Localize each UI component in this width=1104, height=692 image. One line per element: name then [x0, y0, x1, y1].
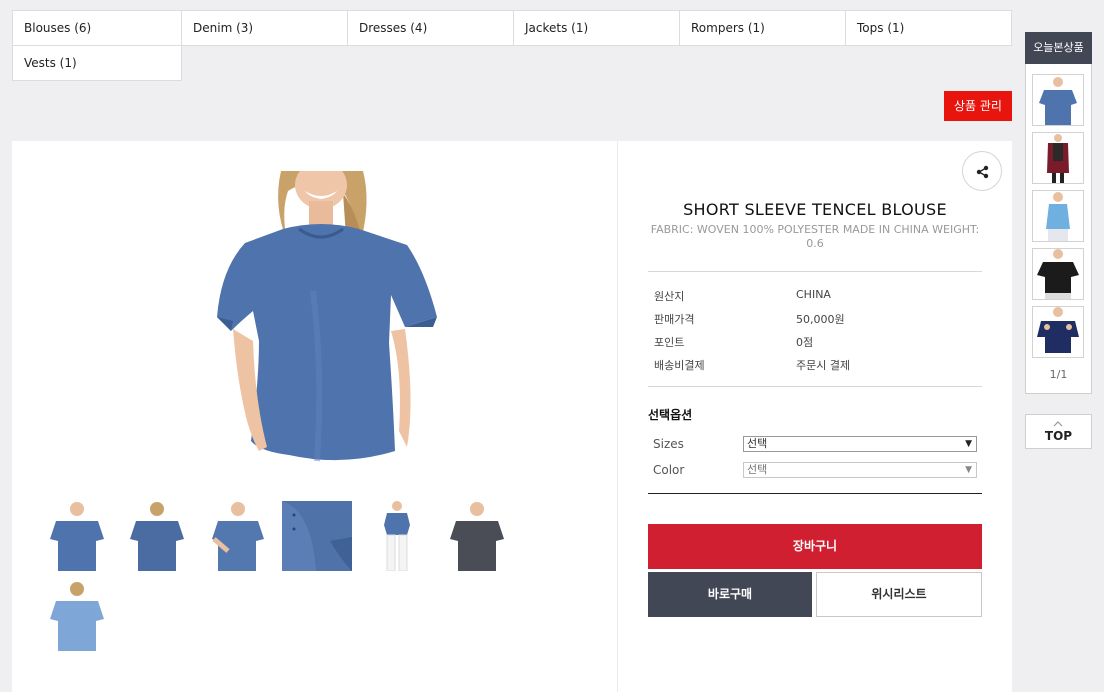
triangle-down-icon: ▼ — [965, 439, 972, 449]
triangle-down-icon: ▼ — [965, 465, 972, 475]
options-divider — [648, 493, 982, 494]
sizes-select[interactable]: 선택 ▼ — [743, 436, 977, 452]
add-to-cart-button[interactable]: 장바구니 — [648, 524, 982, 569]
product-thumbnail[interactable] — [122, 501, 192, 571]
product-thumbnail[interactable] — [42, 581, 112, 651]
scroll-top-button[interactable]: TOP — [1025, 414, 1092, 449]
chevron-up-icon — [1053, 421, 1063, 427]
spec-label-origin: 원산지 — [654, 290, 685, 303]
buy-now-button[interactable]: 바로구매 — [648, 572, 812, 617]
spec-value-price: 50,000원 — [796, 313, 845, 326]
category-blouses[interactable]: Blouses (6) — [12, 10, 182, 46]
product-thumbnail[interactable] — [42, 501, 112, 571]
wishlist-button[interactable]: 위시리스트 — [816, 572, 982, 617]
recently-viewed-pagination: 1/1 — [1049, 368, 1068, 381]
main-product-image — [193, 171, 441, 491]
product-thumbnail[interactable] — [282, 501, 352, 571]
spec-label-price: 판매가격 — [654, 313, 695, 326]
recent-item[interactable] — [1032, 74, 1084, 126]
recent-item[interactable] — [1032, 190, 1084, 242]
recently-viewed-panel: 오늘본상품 1/1 — [1025, 32, 1092, 394]
category-jackets[interactable]: Jackets (1) — [513, 10, 680, 46]
color-select-value: 선택 — [747, 463, 768, 476]
spec-value-shipping: 주문시 결제 — [796, 359, 851, 372]
product-summary: FABRIC: WOVEN 100% POLYESTER MADE IN CHI… — [650, 223, 980, 250]
product-thumbnail[interactable] — [202, 501, 272, 571]
category-denim[interactable]: Denim (3) — [181, 10, 348, 46]
options-heading: 선택옵션 — [648, 408, 693, 422]
spec-value-origin: CHINA — [796, 288, 831, 301]
spec-bottom-divider — [648, 386, 982, 387]
scroll-top-label: TOP — [1044, 429, 1073, 443]
panel-divider — [617, 141, 618, 692]
spec-label-shipping: 배송비결제 — [654, 359, 705, 372]
product-thumbnail[interactable] — [362, 501, 432, 571]
option-label-color: Color — [653, 463, 685, 477]
recent-item[interactable] — [1032, 306, 1084, 358]
category-rompers[interactable]: Rompers (1) — [679, 10, 846, 46]
recent-item[interactable] — [1032, 132, 1084, 184]
recent-item[interactable] — [1032, 248, 1084, 300]
recently-viewed-heading: 오늘본상품 — [1025, 32, 1092, 64]
spec-top-divider — [648, 271, 982, 272]
product-admin-button[interactable]: 상품 관리 — [944, 91, 1012, 121]
option-label-sizes: Sizes — [653, 437, 684, 451]
product-detail-panel: SHORT SLEEVE TENCEL BLOUSE FABRIC: WOVEN… — [12, 141, 1012, 692]
category-dresses[interactable]: Dresses (4) — [347, 10, 514, 46]
spec-value-points: 0점 — [796, 336, 814, 349]
sizes-select-value: 선택 — [747, 437, 768, 450]
share-button[interactable] — [962, 151, 1002, 191]
category-vests[interactable]: Vests (1) — [12, 45, 182, 81]
color-select[interactable]: 선택 ▼ — [743, 462, 977, 478]
category-tops[interactable]: Tops (1) — [845, 10, 1012, 46]
spec-label-points: 포인트 — [654, 336, 685, 349]
product-title: SHORT SLEEVE TENCEL BLOUSE — [683, 200, 947, 219]
share-icon — [976, 165, 989, 179]
product-thumbnail[interactable] — [442, 501, 512, 571]
